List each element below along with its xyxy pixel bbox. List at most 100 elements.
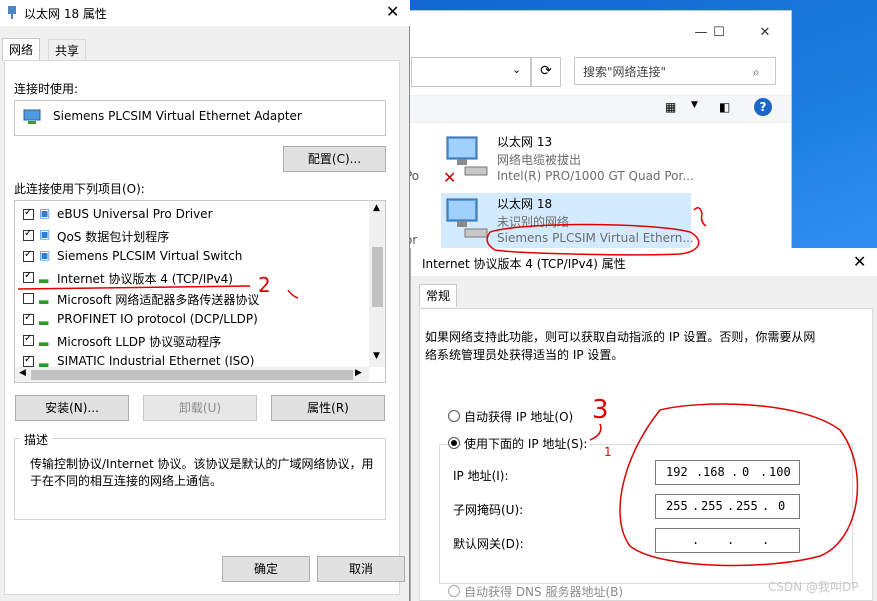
protocol-icon: ▂ (39, 332, 49, 346)
preview-pane-icon[interactable]: ◧ (719, 100, 730, 114)
auto-ip-radio[interactable] (448, 410, 460, 422)
close-icon[interactable]: ✕ (386, 2, 399, 21)
close-button[interactable]: ✕ (745, 19, 785, 47)
network-client-icon: ▣ (39, 248, 51, 262)
item-label: Microsoft LLDP 协议驱动程序 (57, 335, 222, 349)
refresh-icon[interactable]: ⟳ (531, 57, 561, 87)
list-item[interactable]: ▂ Microsoft LLDP 协议驱动程序 (15, 331, 365, 351)
properties-button[interactable]: 属性(R) (271, 395, 385, 421)
close-icon[interactable]: ✕ (853, 252, 866, 271)
gateway-field[interactable]: . . . (655, 528, 800, 553)
dialog-title: Internet 协议版本 4 (TCP/IPv4) 属性 (422, 257, 626, 271)
chevron-down-icon[interactable]: ⌄ (512, 63, 521, 76)
tab-label: 网络 (9, 43, 34, 57)
mask-octet: 255 (701, 499, 723, 513)
info-text: 如果网络支持此功能，则可以获取自动指派的 IP 设置。否则，你需要从网 (425, 330, 816, 344)
scroll-down-icon[interactable]: ▼ (373, 351, 380, 361)
item-label: PROFINET IO protocol (DCP/LLDP) (57, 312, 258, 326)
ip-octet: 168 (703, 465, 725, 479)
tab-network[interactable]: 网络 (2, 38, 41, 61)
description-label: 描述 (20, 431, 53, 448)
list-item[interactable]: ▣ Siemens PLCSIM Virtual Switch (15, 247, 365, 267)
connection-name: 以太网 13 (497, 135, 553, 149)
scroll-left-icon[interactable]: ◀ (19, 368, 26, 378)
manual-ip-label: 使用下面的 IP 地址(S): (462, 435, 590, 452)
ip-octet: 100 (769, 465, 791, 479)
protocol-icon: ▂ (39, 311, 49, 325)
connection-name: 以太网 18 (497, 197, 553, 211)
network-adapter-icon (23, 109, 41, 124)
ip-octet: 192 (666, 465, 688, 479)
item-checkbox[interactable] (23, 270, 34, 283)
connection-adapter: Intel(R) PRO/1000 GT Quad Por... (497, 169, 694, 183)
network-adapter-icon: ✕ (443, 136, 488, 183)
subnet-mask-label: 子网掩码(U): (453, 503, 524, 517)
list-item[interactable]: ▂ PROFINET IO protocol (DCP/LLDP) (15, 310, 365, 330)
list-item[interactable]: ▂ Internet 协议版本 4 (TCP/IPv4) (15, 268, 365, 288)
item-label: Internet 协议版本 4 (TCP/IPv4) (57, 272, 233, 286)
list-item[interactable]: ▂ Microsoft 网络适配器多路传送器协议 (15, 289, 365, 309)
gateway-label: 默认网关(D): (453, 537, 524, 551)
auto-ip-label: 自动获得 IP 地址(O) (464, 410, 574, 424)
tab-sharing[interactable]: 共享 (48, 39, 87, 62)
title-bar: 以太网 18 属性 ✕ (0, 0, 410, 26)
network-connections-window: — ☐ ✕ ⌄ ⟳ 搜索"网络连接" ⌕ ▦ ▼ ◧ ? Po or ✕ 以太网… (380, 10, 792, 267)
button-label: 配置(C)... (307, 152, 362, 166)
connection-status: 网络电缆被拔出 (497, 153, 582, 167)
item-label: eBUS Universal Pro Driver (57, 207, 213, 221)
item-checkbox[interactable] (23, 333, 34, 346)
item-checkbox[interactable] (23, 207, 34, 220)
network-client-icon: ▣ (39, 206, 51, 220)
maximize-button[interactable]: ☐ (699, 19, 739, 47)
manual-ip-radio[interactable] (448, 437, 460, 449)
search-input[interactable]: 搜索"网络连接" ⌕ (574, 57, 776, 85)
list-item[interactable]: ▣ QoS 数据包计划程序 (15, 226, 365, 246)
tab-label: 共享 (55, 44, 80, 58)
scrollbar-thumb[interactable] (372, 247, 383, 307)
network-icon (8, 6, 16, 19)
button-label: 安装(N)... (45, 401, 99, 415)
subnet-mask-field[interactable]: 255 . 255 . 255 . 0 (655, 494, 800, 519)
item-label: QoS 数据包计划程序 (57, 230, 170, 244)
list-item[interactable]: ▣ eBUS Universal Pro Driver (15, 205, 365, 225)
install-button[interactable]: 安装(N)... (15, 395, 129, 421)
view-options-icon[interactable]: ▦ (665, 100, 676, 114)
horizontal-scrollbar[interactable]: ◀ ▶ (15, 367, 369, 382)
mask-octet: 255 (736, 499, 758, 513)
connect-using-label: 连接时使用: (14, 82, 79, 96)
item-checkbox[interactable] (23, 249, 34, 262)
protocol-icon: ▂ (39, 290, 49, 304)
items-list[interactable]: ▣ eBUS Universal Pro Driver ▣ QoS 数据包计划程序 ▣ S… (14, 200, 386, 383)
scroll-up-icon[interactable]: ▲ (373, 203, 380, 213)
connection-item[interactable]: ✕ 以太网 13 网络电缆被拔出 Intel(R) PRO/1000 GT Qu… (441, 131, 761, 189)
item-checkbox[interactable] (23, 293, 34, 304)
cancel-button[interactable]: 取消 (317, 556, 405, 582)
item-checkbox[interactable] (23, 228, 34, 241)
connection-status: 未识别的网络 (497, 215, 570, 229)
adapter-properties-dialog: 以太网 18 属性 ✕ 网络 共享 连接时使用: Siemens PLCSIM … (0, 0, 410, 601)
help-icon[interactable]: ? (754, 98, 772, 116)
ip-octet: 0 (742, 465, 750, 479)
network-client-icon: ▣ (39, 227, 51, 241)
chevron-down-icon[interactable]: ▼ (691, 100, 698, 110)
items-label: 此连接使用下列项目(O): (14, 182, 145, 196)
tab-label: 常规 (426, 289, 451, 303)
configure-button[interactable]: 配置(C)... (283, 146, 386, 172)
ipv4-properties-dialog: Internet 协议版本 4 (TCP/IPv4) 属性 ✕ 常规 如果网络支… (410, 248, 877, 601)
tab-general[interactable]: 常规 (419, 284, 458, 307)
ip-address-field[interactable]: 192 . 168 . 0 . 100 (655, 460, 800, 485)
connection-item[interactable]: 以太网 18 未识别的网络 Siemens PLCSIM Virtual Eth… (441, 193, 761, 251)
adapter-name: Siemens PLCSIM Virtual Ethernet Adapter (53, 109, 302, 123)
address-bar[interactable]: ⌄ (411, 57, 531, 87)
item-checkbox[interactable] (23, 354, 34, 367)
ok-button[interactable]: 确定 (222, 556, 310, 582)
search-placeholder: 搜索"网络连接" (583, 65, 667, 79)
item-label: Siemens PLCSIM Virtual Switch (57, 249, 243, 263)
button-label: 属性(R) (307, 401, 349, 415)
scroll-right-icon[interactable]: ▶ (355, 368, 362, 378)
vertical-scrollbar[interactable]: ▲ ▼ (369, 201, 385, 367)
mask-octet: 255 (666, 499, 688, 513)
item-checkbox[interactable] (23, 312, 34, 325)
title-bar: Internet 协议版本 4 (TCP/IPv4) 属性 ✕ (411, 248, 877, 276)
scrollbar-thumb[interactable] (31, 370, 353, 380)
